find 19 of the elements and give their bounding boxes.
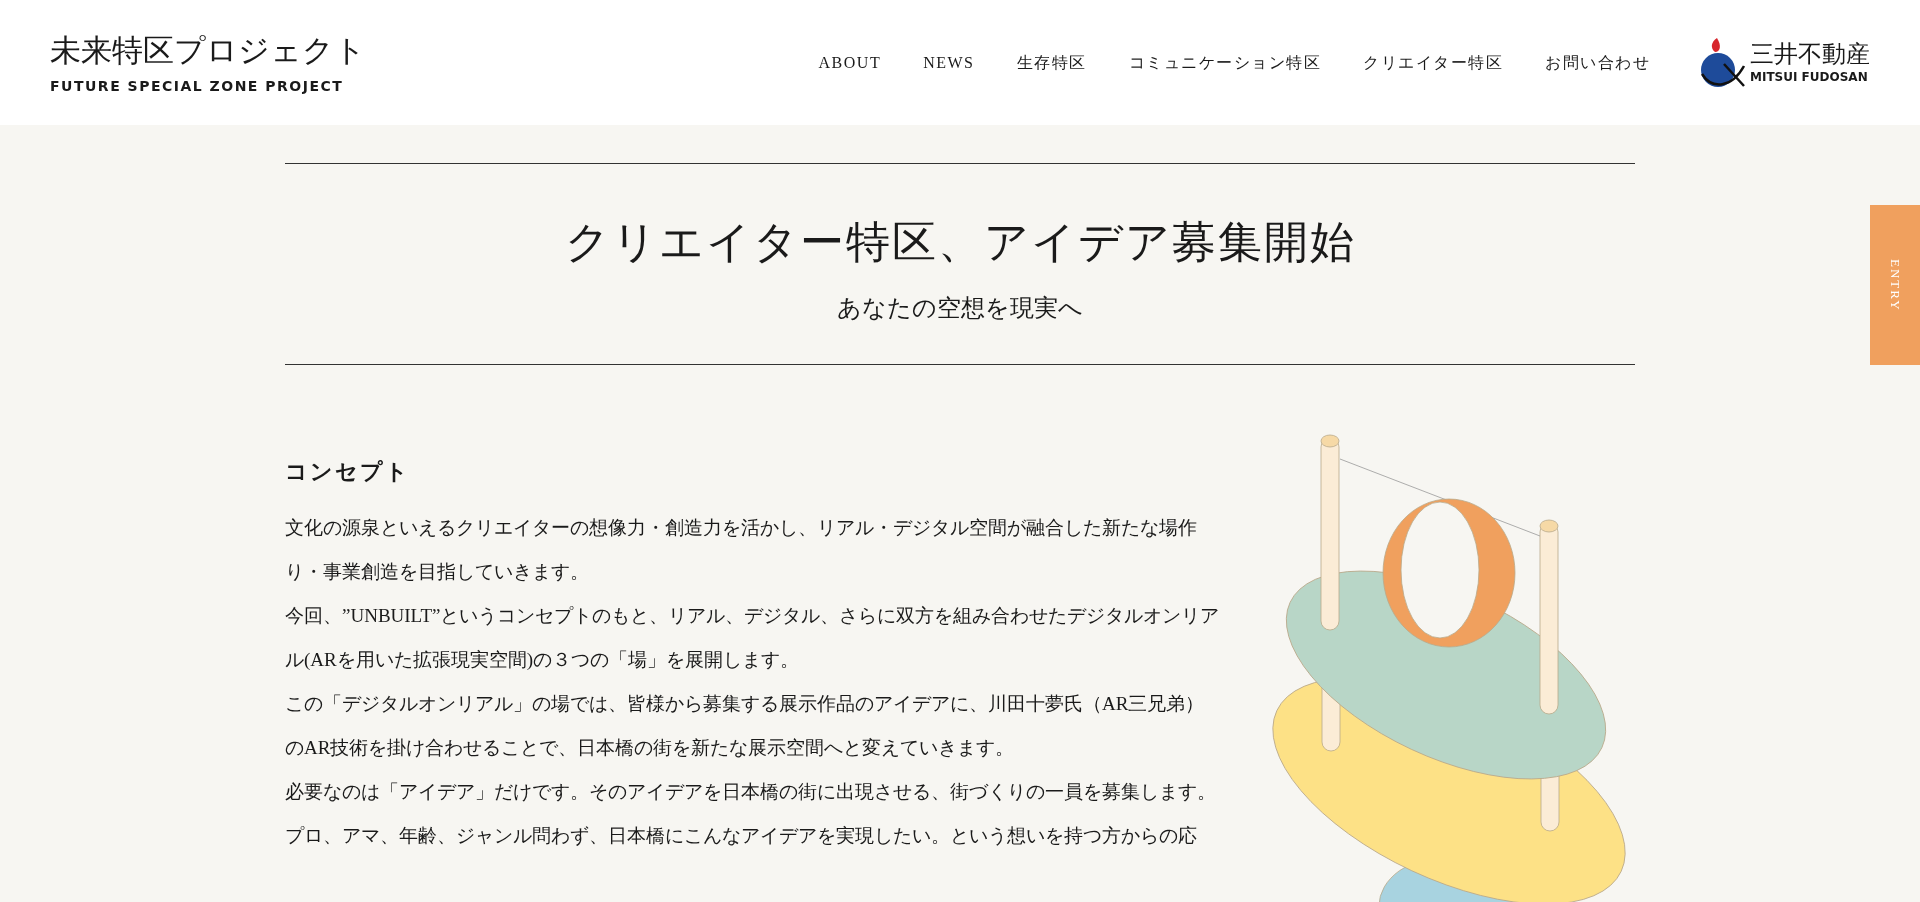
body-paragraph: この「デジタルオンリアル」の場では、皆様から募集する展示作品のアイデアに、川田十夢氏（AR三兄弟）のAR技術を掛け合わせることで、日本橋の街を新たな展示空間へと変えていきます。 — [285, 692, 1206, 760]
nav-link[interactable]: お問い合わせ — [1545, 50, 1650, 75]
body-paragraph: 文化の源泉といえるクリエイターの想像力・創造力を活かし、リアル・デジタル空間が融合した新たな場作り・事業創造を目指していきます。 — [285, 516, 1198, 584]
nav-link[interactable]: コミュニケーション特区 — [1128, 50, 1321, 75]
site-logo-title[interactable]: 未来特区プロジェクト — [50, 28, 366, 72]
section-heading: コンセプト — [285, 458, 411, 486]
nav-link[interactable]: NEWS — [923, 50, 975, 75]
body-paragraph: プロ、アマ、年齢、ジャンル問わず、日本橋にこんなアイデアを実現したい。という想いを持つ方からの応 — [285, 824, 1198, 848]
site-logo-subtitle: FUTURE SPECIAL ZONE PROJECT — [50, 77, 345, 96]
nav-link[interactable]: ABOUT — [818, 50, 882, 75]
nav-link[interactable]: 生存特区 — [1016, 50, 1087, 75]
hero-title: クリエイター特区、アイデア募集開始 — [564, 217, 1356, 269]
body-paragraph: 今回、”UNBUILT”というコンセプトのもと、リアル、デジタル、さらに双方を組み合わせたデジタルオンリアル(ARを用いた拡張現実空間)の３つの「場」を展開します。 — [285, 604, 1220, 672]
company-logo-icon — [1698, 35, 1746, 90]
company-romaji: MITSUI FUDOSAN — [1750, 68, 1869, 86]
body-paragraph: 必要なのは「アイデア」だけです。そのアイデアを日本橋の街に出現させる、街づくりの一員を募集します。 — [285, 780, 1217, 804]
company-name: 三井不動産 — [1750, 39, 1870, 68]
nav-link[interactable]: クリエイター特区 — [1363, 50, 1503, 75]
hero-subtitle: あなたの空想を現実へ — [837, 294, 1083, 323]
